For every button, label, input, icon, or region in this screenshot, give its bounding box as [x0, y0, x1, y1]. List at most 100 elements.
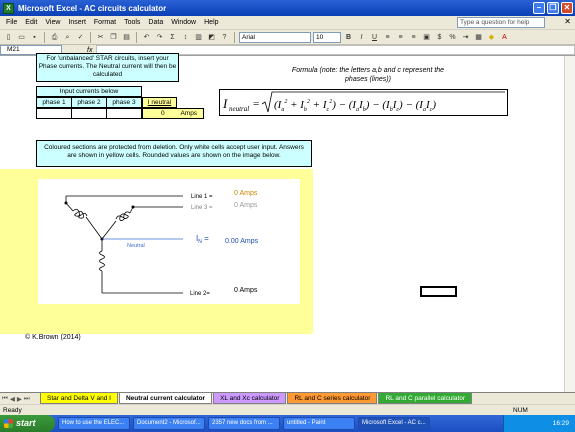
- formula-svg: I neutral = (Ia2 + Ib2 + Ic2) − (IaIb) −…: [222, 91, 505, 113]
- chart-icon[interactable]: ▥: [193, 32, 204, 43]
- line3-unit: Amps: [239, 202, 258, 209]
- svg-text:(Ia2 + Ib2 + Ic2) − (IaIb) − (: (Ia2 + Ib2 + Ic2) − (IaIb) − (IbIc) − (I…: [274, 99, 436, 113]
- menu-tools[interactable]: Tools: [120, 19, 144, 26]
- save-icon[interactable]: ▪: [29, 32, 40, 43]
- in-value: 0.00: [225, 238, 239, 245]
- align-right-icon[interactable]: ≡: [408, 32, 419, 43]
- vertical-scrollbar[interactable]: [564, 56, 575, 392]
- svg-text:=: =: [253, 98, 259, 110]
- taskbar: start How to use the ELEC... Document2 -…: [0, 415, 575, 432]
- sheet-tabs-bar: ⏮ ◀ ▶ ⏭ Star and Delta V and I Neutral c…: [0, 392, 575, 404]
- selected-cell[interactable]: [420, 286, 457, 297]
- align-center-icon[interactable]: ≡: [395, 32, 406, 43]
- sort-icon[interactable]: ↕: [180, 32, 191, 43]
- tab-rlc-series[interactable]: RL and C series calculator: [287, 393, 378, 404]
- last-sheet-icon[interactable]: ⏭: [24, 395, 30, 403]
- next-sheet-icon[interactable]: ▶: [17, 395, 22, 403]
- cut-icon[interactable]: ✂: [95, 32, 106, 43]
- svg-text:I: I: [222, 96, 228, 111]
- worksheet[interactable]: For 'unbalanced' STAR circuits, insert y…: [0, 53, 575, 392]
- undo-icon[interactable]: ↶: [141, 32, 152, 43]
- indent-icon[interactable]: ⇥: [460, 32, 471, 43]
- svg-text:IN =: IN =: [196, 234, 209, 245]
- phase2-input[interactable]: [71, 108, 107, 119]
- borders-icon[interactable]: ▦: [473, 32, 484, 43]
- windows-flag-icon: [4, 419, 13, 428]
- start-label: start: [16, 418, 36, 428]
- menu-help[interactable]: Help: [200, 19, 222, 26]
- tab-star-delta[interactable]: Star and Delta V and I: [40, 393, 118, 404]
- in-unit: Amps: [240, 238, 259, 245]
- circuit-svg: Neutral Line 1 = Line 3 = IN = Line 2=: [64, 194, 213, 297]
- autosum-icon[interactable]: Σ: [167, 32, 178, 43]
- task-paint[interactable]: untitled - Paint: [283, 417, 355, 430]
- in-result: 0.00 Amps: [225, 238, 258, 245]
- title-bar: X Microsoft Excel - AC circuits calculat…: [0, 0, 575, 16]
- phase1-header: phase 1: [36, 97, 72, 108]
- menu-view[interactable]: View: [41, 19, 64, 26]
- currency-icon[interactable]: $: [434, 32, 445, 43]
- new-icon[interactable]: ▯: [3, 32, 14, 43]
- font-color-icon[interactable]: A: [499, 32, 510, 43]
- merge-icon[interactable]: ▣: [421, 32, 432, 43]
- neutral-header: I neutral: [142, 97, 177, 108]
- percent-icon[interactable]: %: [447, 32, 458, 43]
- document-close-icon[interactable]: ✕: [564, 17, 571, 26]
- system-tray: 16:29: [503, 415, 575, 432]
- minimize-button[interactable]: –: [533, 2, 545, 14]
- align-left-icon[interactable]: ≡: [382, 32, 393, 43]
- preview-icon[interactable]: ⌕: [62, 32, 73, 43]
- phase3-header: phase 3: [106, 97, 142, 108]
- spelling-icon[interactable]: ✓: [75, 32, 86, 43]
- phase3-input[interactable]: [106, 108, 142, 119]
- tab-rlc-parallel[interactable]: RL and C parallel calculator: [378, 393, 473, 404]
- close-button[interactable]: ✕: [561, 2, 573, 14]
- start-button[interactable]: start: [0, 415, 55, 432]
- restore-button[interactable]: ❐: [547, 2, 559, 14]
- task-word-help[interactable]: How to use the ELEC...: [58, 417, 130, 430]
- menu-file[interactable]: File: [2, 19, 21, 26]
- menu-insert[interactable]: Insert: [64, 19, 90, 26]
- task-new-docs[interactable]: 2357 new docs from ...: [208, 417, 280, 430]
- tab-xl-xc[interactable]: XL and Xc calculator: [213, 393, 287, 404]
- menu-data[interactable]: Data: [144, 19, 167, 26]
- tab-neutral-current[interactable]: Neutral current calculator: [118, 393, 213, 404]
- first-sheet-icon[interactable]: ⏮: [2, 395, 8, 403]
- phase1-input[interactable]: [36, 108, 72, 119]
- menu-format[interactable]: Format: [90, 19, 120, 26]
- tab-navigation: ⏮ ◀ ▶ ⏭: [0, 395, 40, 403]
- underline-icon[interactable]: U: [369, 32, 380, 43]
- neutral-word: Neutral: [127, 243, 145, 249]
- line2-label: Line 2=: [190, 291, 210, 297]
- window-title: Microsoft Excel - AC circuits calculator: [18, 3, 167, 13]
- task-document2[interactable]: Document2 - Microsof...: [133, 417, 205, 430]
- redo-icon[interactable]: ↷: [154, 32, 165, 43]
- font-select[interactable]: Arial: [239, 31, 311, 43]
- neutral-unit: Amps: [180, 110, 198, 117]
- help-search-input[interactable]: Type a question for help: [457, 17, 545, 28]
- bold-icon[interactable]: B: [343, 32, 354, 43]
- open-icon[interactable]: ▭: [16, 32, 27, 43]
- line2-result: 0 Amps: [234, 287, 257, 294]
- paste-icon[interactable]: ▤: [121, 32, 132, 43]
- font-size-select[interactable]: 10: [313, 31, 341, 43]
- help-icon[interactable]: ?: [219, 32, 230, 43]
- menu-edit[interactable]: Edit: [21, 19, 41, 26]
- line2-value: 0: [234, 287, 238, 294]
- print-icon[interactable]: ⎙: [49, 32, 60, 43]
- neutral-result: 0 Amps: [142, 108, 204, 119]
- line1-unit: Amps: [239, 190, 258, 197]
- menu-bar: File Edit View Insert Format Tools Data …: [0, 16, 575, 30]
- neutral-value: 0: [161, 110, 165, 117]
- task-excel[interactable]: Microsoft Excel - AC c...: [358, 417, 430, 430]
- drawing-icon[interactable]: ◩: [206, 32, 217, 43]
- prev-sheet-icon[interactable]: ◀: [10, 395, 15, 403]
- italic-icon[interactable]: I: [356, 32, 367, 43]
- copyright-text: © K.Brown (2014): [25, 334, 81, 341]
- copy-icon[interactable]: ❐: [108, 32, 119, 43]
- fill-color-icon[interactable]: ◆: [486, 32, 497, 43]
- line1-value: 0: [234, 190, 238, 197]
- excel-icon: X: [3, 2, 14, 14]
- menu-window[interactable]: Window: [167, 19, 200, 26]
- line3-result: 0 Amps: [234, 202, 257, 209]
